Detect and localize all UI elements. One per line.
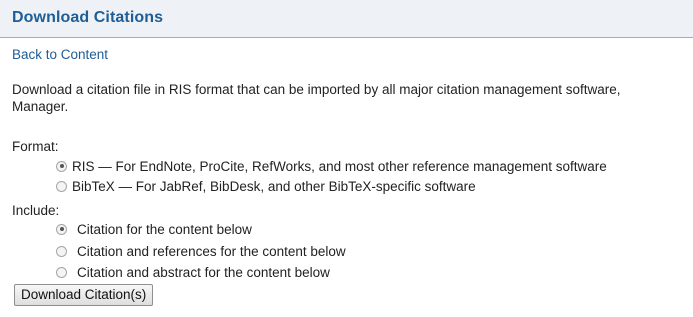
download-citations-button[interactable]: Download Citation(s)	[14, 284, 154, 306]
back-to-content-link[interactable]: Back to Content	[12, 47, 108, 62]
format-option-bibtex-label: BibTeX — For JabRef, BibDesk, and other …	[72, 178, 476, 194]
description-line-1: Download a citation file in RIS format t…	[12, 82, 621, 97]
include-option-references-label: Citation and references for the content …	[77, 243, 346, 259]
format-option-ris-label: RIS — For EndNote, ProCite, RefWorks, an…	[72, 158, 607, 174]
panel-title: Download Citations	[12, 9, 164, 26]
include-option-abstract[interactable]: Citation and abstract for the content be…	[56, 263, 330, 281]
references-radio-button[interactable]	[56, 245, 67, 257]
include-option-references[interactable]: Citation and references for the content …	[56, 242, 346, 260]
include-option-citation-label: Citation for the content below	[77, 221, 252, 237]
description-line-2: Manager.	[12, 99, 69, 114]
panel-header: Download Citations	[0, 0, 693, 38]
bibtex-radio-button[interactable]	[56, 180, 67, 192]
format-label: Format:	[12, 139, 59, 154]
abstract-radio-button[interactable]	[56, 266, 67, 278]
format-option-bibtex[interactable]: BibTeX — For JabRef, BibDesk, and other …	[56, 177, 476, 195]
description-text: Download a citation file in RIS format t…	[12, 81, 693, 115]
download-citations-panel: Download Citations Back to Content Downl…	[0, 0, 693, 317]
include-label: Include:	[12, 203, 60, 218]
ris-radio-button[interactable]	[56, 160, 67, 172]
format-option-ris[interactable]: RIS — For EndNote, ProCite, RefWorks, an…	[56, 157, 607, 175]
citation-radio-button[interactable]	[56, 223, 67, 235]
include-option-citation[interactable]: Citation for the content below	[56, 220, 252, 238]
include-option-abstract-label: Citation and abstract for the content be…	[77, 264, 330, 280]
